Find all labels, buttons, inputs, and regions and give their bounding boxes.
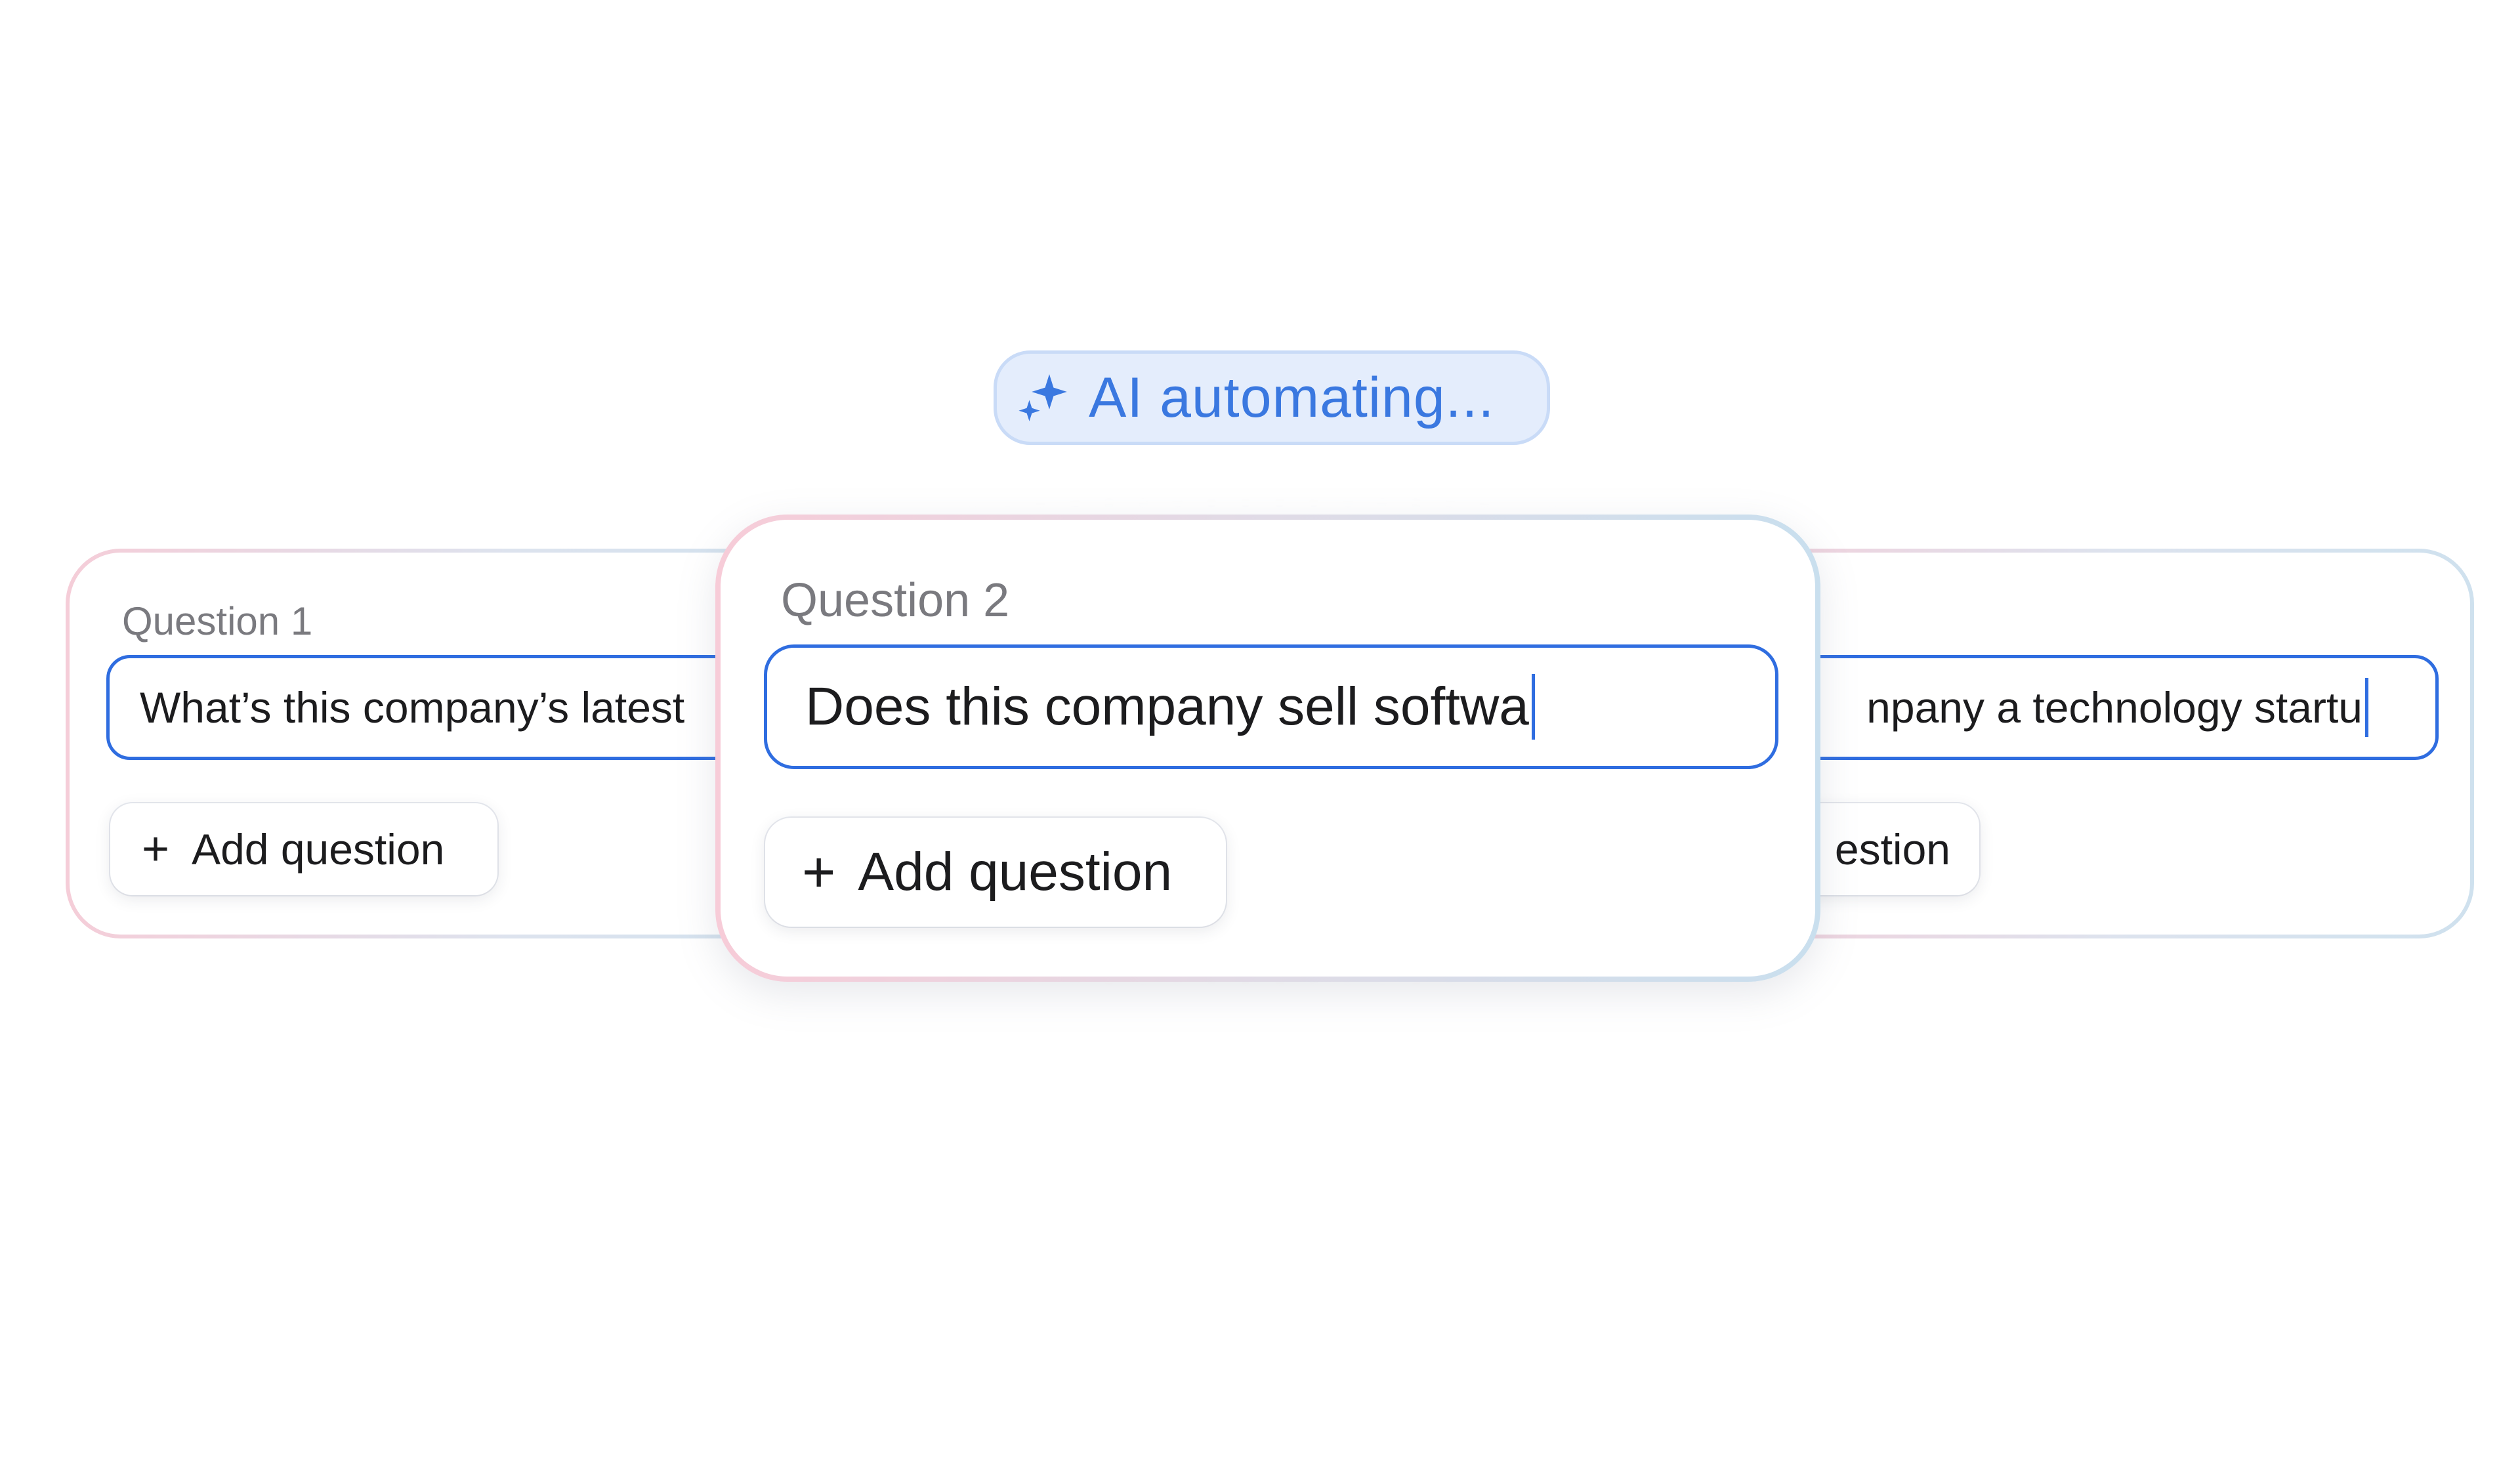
ai-status-pill: AI automating... [994, 350, 1550, 445]
ai-status-label: AI automating... [1089, 366, 1495, 429]
text-cursor [1531, 674, 1535, 740]
question-input-value: Does this company sell softwa [805, 677, 1529, 736]
sparkles-icon [1015, 369, 1072, 426]
add-question-label: estion [1834, 825, 1950, 874]
question-card-2: Question 2 Does this company sell softwa… [715, 515, 1820, 982]
question-label: Question 1 [122, 599, 313, 643]
add-question-label: Add question [192, 825, 445, 874]
add-question-label: Add question [858, 842, 1173, 902]
plus-icon: + [802, 839, 836, 904]
stage: AI automating... Question 1 What’s this … [0, 0, 2520, 1474]
add-question-button[interactable]: + Add question [765, 818, 1226, 927]
question-label: Question 2 [781, 574, 1010, 627]
question-input[interactable]: Does this company sell softwa [764, 644, 1778, 769]
plus-icon: + [142, 823, 170, 875]
add-question-button[interactable]: + Add question [110, 803, 497, 895]
question-input-value: npany a technology startu [1866, 683, 2362, 732]
text-cursor [2365, 678, 2368, 737]
question-input-value: What’s this company’s latest [140, 683, 685, 732]
